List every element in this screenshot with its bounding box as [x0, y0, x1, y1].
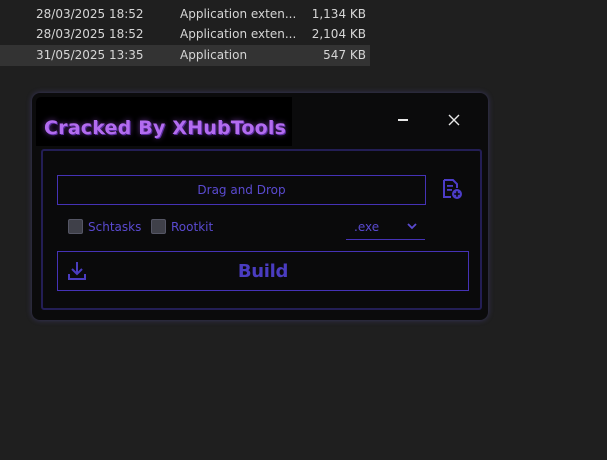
rootkit-checkbox[interactable]: [151, 219, 166, 234]
file-size: 2,104 KB: [311, 27, 366, 41]
minimize-icon: [398, 119, 408, 121]
builder-window: Cracked By XHubTools Drag and Drop Schta…: [32, 93, 488, 320]
add-file-button[interactable]: [440, 177, 464, 201]
extension-value: .exe: [354, 220, 380, 234]
close-button[interactable]: [439, 107, 469, 133]
builder-panel: Drag and Drop Schtasks Rootkit .exe Buil…: [41, 149, 482, 310]
build-label: Build: [237, 261, 289, 282]
rootkit-option[interactable]: Rootkit: [151, 219, 213, 234]
file-size: 547 KB: [323, 48, 366, 62]
schtasks-label: Schtasks: [88, 219, 142, 234]
file-type: Application exten...: [180, 27, 297, 41]
drop-label: Drag and Drop: [197, 183, 286, 197]
file-type: Application: [180, 48, 248, 62]
close-icon: [448, 114, 460, 126]
file-date: 31/05/2025 13:35: [36, 48, 144, 62]
schtasks-option[interactable]: Schtasks: [68, 219, 141, 234]
file-size: 1,134 KB: [311, 7, 366, 21]
chevron-down-icon: [407, 223, 417, 230]
minimize-button[interactable]: [388, 107, 418, 133]
file-row[interactable]: 28/03/2025 18:52 Application exten... 2,…: [0, 24, 370, 45]
file-row[interactable]: 28/03/2025 18:52 Application exten... 1,…: [0, 4, 370, 25]
file-date: 28/03/2025 18:52: [36, 7, 144, 21]
file-row-selected[interactable]: 31/05/2025 13:35 Application 547 KB: [0, 45, 370, 66]
rootkit-label: Rootkit: [171, 219, 214, 234]
file-date: 28/03/2025 18:52: [36, 27, 144, 41]
file-add-icon: [443, 179, 462, 199]
app-title: Cracked By XHubTools: [44, 117, 287, 139]
title-banner[interactable]: Cracked By XHubTools: [36, 97, 292, 146]
extension-select[interactable]: .exe: [346, 215, 425, 240]
file-type: Application exten...: [180, 7, 297, 21]
build-button[interactable]: Build: [57, 251, 469, 291]
drag-drop-zone[interactable]: Drag and Drop: [57, 175, 426, 205]
schtasks-checkbox[interactable]: [68, 219, 83, 234]
